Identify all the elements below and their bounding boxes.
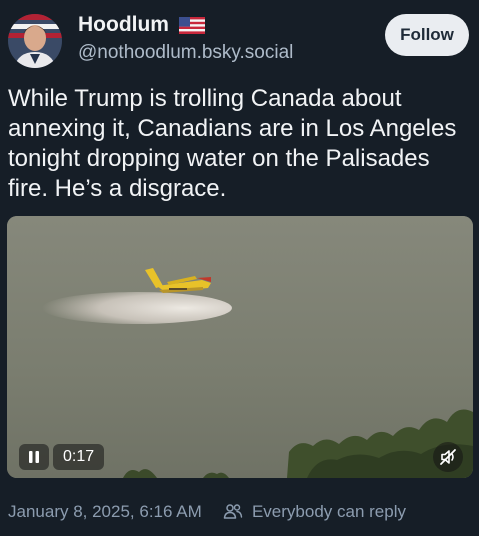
post-timestamp[interactable]: January 8, 2025, 6:16 AM bbox=[8, 502, 202, 521]
muted-speaker-icon bbox=[440, 449, 456, 465]
post-footer: January 8, 2025, 6:16 AM Everybody can r… bbox=[8, 500, 406, 527]
us-flag-icon bbox=[179, 17, 206, 39]
video-frame bbox=[7, 216, 473, 478]
video-player[interactable]: 0:17 bbox=[7, 216, 473, 478]
water-spray bbox=[42, 292, 232, 324]
avatar[interactable] bbox=[8, 14, 62, 68]
pause-icon bbox=[29, 451, 39, 463]
post-card: Hoodlum @nothoodlum.bsky.social Follow W… bbox=[0, 0, 479, 536]
follow-button[interactable]: Follow bbox=[385, 14, 469, 56]
author-names: Hoodlum @nothoodlum.bsky.social bbox=[78, 12, 293, 67]
post-header: Hoodlum @nothoodlum.bsky.social Follow bbox=[8, 10, 471, 70]
post-text: While Trump is trolling Canada about ann… bbox=[8, 85, 457, 202]
mute-toggle-button[interactable] bbox=[433, 442, 463, 472]
reply-setting[interactable]: Everybody can reply bbox=[252, 502, 406, 521]
author-display-name[interactable]: Hoodlum bbox=[78, 12, 169, 38]
pause-button[interactable] bbox=[19, 444, 49, 470]
author-handle[interactable]: @nothoodlum.bsky.social bbox=[78, 39, 293, 67]
video-elapsed-time: 0:17 bbox=[53, 444, 105, 470]
people-icon bbox=[223, 502, 243, 527]
